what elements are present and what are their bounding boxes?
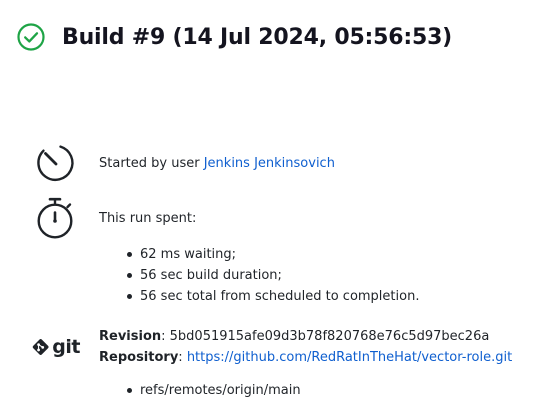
cause-row: Started by user Jenkins Jenkinsovich (30, 142, 335, 184)
user-link[interactable]: Jenkins Jenkinsovich (204, 156, 335, 171)
stopwatch-icon (30, 196, 80, 240)
repository-line: Repository: https://github.com/RedRatInT… (99, 350, 513, 365)
revision-label: Revision (99, 329, 162, 344)
list-item: 56 sec total from scheduled to completio… (126, 286, 419, 307)
success-check-icon (16, 22, 46, 52)
timing-label: This run spent: (99, 210, 197, 226)
list-item: 62 ms waiting; (126, 244, 419, 265)
repository-link[interactable]: https://github.com/RedRatInTheHat/vector… (187, 350, 512, 365)
revision-line: Revision: 5bd051915afe09d3b78f820768e76c… (99, 329, 490, 344)
revision-hash: 5bd051915afe09d3b78f820768e76c5d97bec26a (169, 329, 490, 344)
timing-list: 62 ms waiting; 56 sec build duration; 56… (126, 244, 419, 307)
list-item: refs/remotes/origin/main (126, 380, 301, 401)
page-title: Build #9 (14 Jul 2024, 05:56:53) (62, 24, 453, 50)
git-logo-icon: git (30, 336, 80, 358)
scm-details: Revision: 5bd051915afe09d3b78f820768e76c… (99, 326, 512, 368)
build-header: Build #9 (14 Jul 2024, 05:56:53) (16, 22, 452, 52)
timing-row: This run spent: (30, 196, 196, 240)
clock-icon (30, 142, 80, 184)
cause-text: Started by user Jenkins Jenkinsovich (99, 156, 335, 171)
git-logo-text: git (52, 336, 80, 358)
cause-prefix: Started by user (99, 155, 204, 171)
scm-row: git (30, 336, 80, 358)
branch-list: refs/remotes/origin/main (126, 380, 301, 401)
repository-label: Repository (99, 350, 179, 365)
list-item: 56 sec build duration; (126, 265, 419, 286)
